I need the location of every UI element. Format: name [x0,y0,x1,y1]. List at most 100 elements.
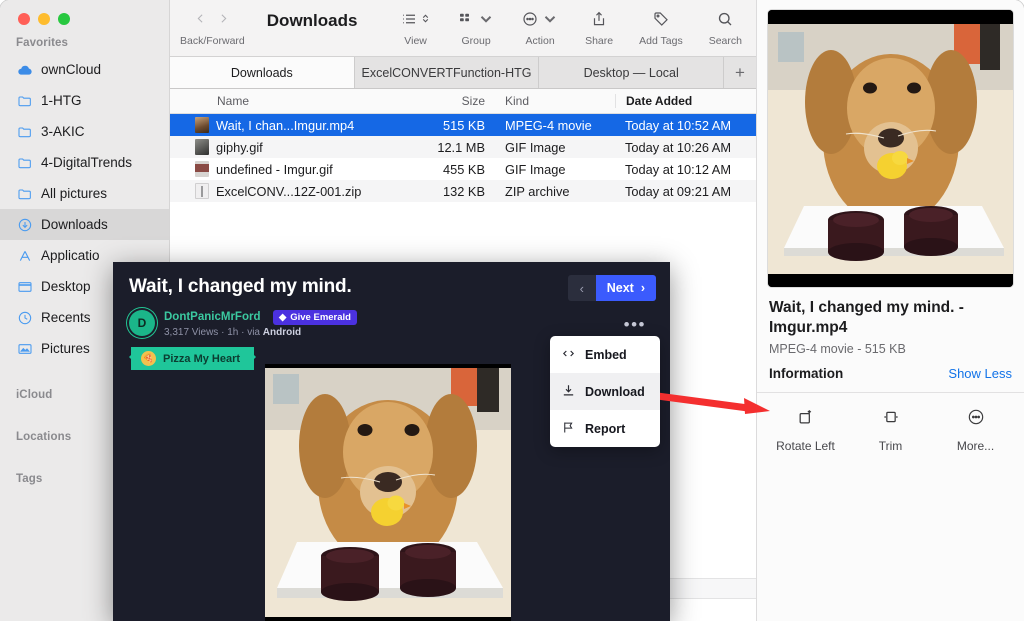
back-icon[interactable] [194,11,207,31]
imgur-navigation: ‹ Next › [568,275,656,301]
sort-chevrons-icon[interactable] [420,12,431,30]
sidebar-item-label: Applicatio [41,248,100,263]
table-row[interactable]: giphy.gif 12.1 MB GIF Image Today at 10:… [170,136,756,158]
add-tags-button[interactable]: Add Tags [639,8,683,47]
pizza-emoji-icon: 🍕 [141,351,156,366]
sidebar-item-label: 4-DigitalTrends [41,155,132,170]
sidebar-item-label: 1-HTG [41,93,82,108]
sidebar-item-label: Recents [41,310,91,325]
via-source: Android [263,327,301,338]
new-tab-button[interactable]: + [724,57,756,88]
column-headers: Name Size Kind Date Added [170,89,756,114]
share-icon[interactable] [590,10,608,33]
column-header-size[interactable]: Size [390,94,493,108]
imgur-username[interactable]: DontPanicMrFord [164,311,260,323]
sidebar-item-downloads[interactable]: Downloads [0,209,169,240]
imgur-more-options-button[interactable]: ••• [624,315,646,335]
rotate-left-button[interactable]: Rotate Left [763,407,848,453]
file-size: 455 KB [390,162,493,177]
clock-icon [16,309,33,326]
menu-item-report[interactable]: Report [550,410,660,447]
action-label: Action [526,35,555,47]
trim-label: Trim [879,439,903,453]
chevron-down-icon[interactable] [477,10,495,33]
menu-item-label: Embed [585,348,627,362]
sidebar-item-owncloud[interactable]: ownCloud [0,54,169,85]
time-ago: 1h [227,327,238,338]
tag-icon[interactable] [652,10,670,33]
next-button[interactable]: Next › [596,275,656,301]
chevron-right-icon: › [641,281,645,295]
chevron-down-icon[interactable] [541,10,559,33]
tab-excelconvertfunction-htg[interactable]: ExcelCONVERTFunction-HTG [355,57,540,88]
minimize-button[interactable] [38,13,50,25]
window-controls[interactable] [0,0,169,25]
back-forward-group[interactable]: Back/Forward [180,8,245,47]
share-button[interactable]: Share [585,8,613,47]
forward-icon[interactable] [217,11,230,31]
list-view-icon[interactable] [400,10,418,33]
trim-button[interactable]: Trim [848,407,933,453]
tab-desktop-local[interactable]: Desktop — Local [539,57,724,88]
more-button[interactable]: More... [933,407,1018,453]
file-size: 515 KB [390,118,493,133]
menu-item-label: Download [585,385,645,399]
information-label: Information [769,366,843,381]
sidebar-item-3-akic[interactable]: 3-AKIC [0,116,169,147]
back-forward-label: Back/Forward [180,35,245,47]
view-count: 3,317 Views [164,327,218,338]
preview-thumbnail [768,10,1013,287]
imgur-award-ribbon[interactable]: 🍕 Pizza My Heart [131,347,254,370]
previous-button[interactable]: ‹ [568,275,596,301]
show-less-button[interactable]: Show Less [948,366,1012,381]
sidebar-item-label: 3-AKIC [41,124,85,139]
imgur-window: Wait, I changed my mind. ‹ Next › D Dont… [113,262,670,621]
action-button[interactable]: Action [521,8,559,47]
sidebar-header-favorites: Favorites [0,25,169,54]
column-header-date-added[interactable]: Date Added [615,94,756,108]
table-row[interactable]: ExcelCONV...12Z-001.zip 132 KB ZIP archi… [170,180,756,202]
file-name: giphy.gif [216,140,263,155]
group-button[interactable]: Group [457,8,495,47]
column-header-kind[interactable]: Kind [493,94,615,108]
pictures-icon [16,340,33,357]
imgur-context-menu: Embed Download Report [550,336,660,447]
gif-file-icon [195,139,209,155]
more-icon [966,407,986,430]
via-prefix: via [247,327,260,338]
file-size: 132 KB [390,184,493,199]
tab-downloads[interactable]: Downloads [170,57,355,88]
more-label: More... [957,439,994,453]
file-name: Wait, I chan...Imgur.mp4 [216,118,354,133]
sidebar-item-4-digitaltrends[interactable]: 4-DigitalTrends [0,147,169,178]
gif-file-icon [195,161,209,177]
folder-icon [16,154,33,171]
action-icon[interactable] [521,10,539,33]
file-size: 12.1 MB [390,140,493,155]
table-row[interactable]: undefined - Imgur.gif 455 KB GIF Image T… [170,158,756,180]
sidebar-item-all-pictures[interactable]: All pictures [0,178,169,209]
share-label: Share [585,35,613,47]
file-date: Today at 10:52 AM [615,118,756,133]
emerald-icon: ◆ [279,312,286,323]
column-header-name[interactable]: Name [170,94,390,108]
imgur-post-stats: 3,317 Views · 1h · via Android [164,327,357,338]
screenshot-root: Favorites ownCloud 1-HTG 3-AKIC 4-Digita… [0,0,1024,621]
give-emerald-badge[interactable]: ◆ Give Emerald [273,310,357,325]
imgur-post-image[interactable] [265,364,511,621]
file-kind: GIF Image [493,162,615,177]
give-emerald-label: Give Emerald [290,312,351,323]
group-icon[interactable] [457,10,475,33]
sidebar-item-1-htg[interactable]: 1-HTG [0,85,169,116]
search-button[interactable]: Search [709,8,742,47]
table-row[interactable]: Wait, I chan...Imgur.mp4 515 KB MPEG-4 m… [170,114,756,136]
menu-item-download[interactable]: Download [550,373,660,410]
maximize-button[interactable] [58,13,70,25]
view-button[interactable]: View [400,8,431,47]
close-button[interactable] [18,13,30,25]
search-icon[interactable] [716,10,734,33]
menu-item-embed[interactable]: Embed [550,336,660,373]
avatar[interactable]: D [129,310,155,336]
zip-file-icon [195,183,209,199]
next-label: Next [607,281,634,295]
